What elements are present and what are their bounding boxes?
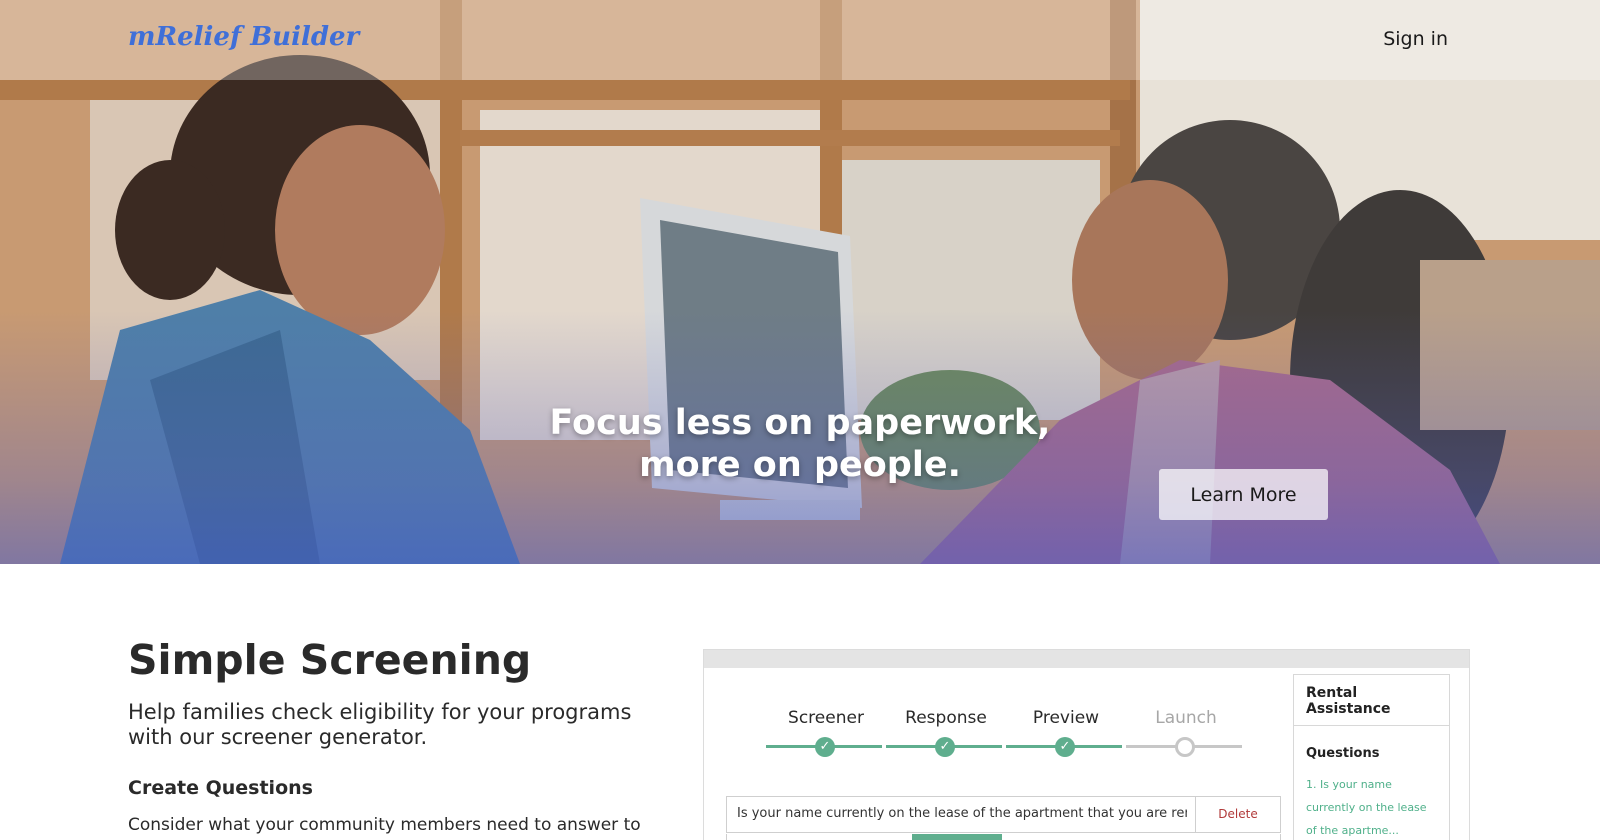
learn-more-button[interactable]: Learn More <box>1159 469 1328 520</box>
selected-option-indicator <box>912 834 1002 840</box>
preview-topbar <box>704 650 1469 668</box>
top-navbar: mRelief Builder Sign in <box>0 0 1600 80</box>
questions-sidebar: Rental Assistance Questions 1. Is your n… <box>1293 674 1450 840</box>
hero-headline: Focus less on paperwork, more on people. <box>0 402 1600 486</box>
create-questions-heading: Create Questions <box>128 777 313 799</box>
question-options-row <box>726 834 1281 840</box>
sidebar-question-line: currently on the lease <box>1306 801 1427 814</box>
question-text[interactable]: Is your name currently on the lease of t… <box>737 806 1187 821</box>
step-response[interactable]: Response ✓ <box>886 708 1006 757</box>
hero-headline-line2: more on people. <box>639 445 961 485</box>
check-icon: ✓ <box>935 737 955 757</box>
sidebar-questions-heading: Questions <box>1306 746 1380 761</box>
sidebar-title: Rental Assistance <box>1294 675 1449 726</box>
create-questions-text: Consider what your community members nee… <box>128 815 641 835</box>
progress-steps: Screener ✓ Response ✓ Preview ✓ Launch <box>766 708 1246 768</box>
sidebar-question-line: 1. Is your name <box>1306 778 1392 791</box>
circle-icon <box>1175 737 1195 757</box>
section-subtitle: Help families check eligibility for your… <box>128 700 632 749</box>
hero-banner: mRelief Builder Sign in Focus less on pa… <box>0 0 1600 564</box>
sidebar-question-line: of the apartme... <box>1306 824 1399 837</box>
sign-in-link[interactable]: Sign in <box>1383 28 1448 50</box>
section-title: Simple Screening <box>128 636 532 684</box>
step-label: Launch <box>1155 708 1217 728</box>
step-preview[interactable]: Preview ✓ <box>1006 708 1126 757</box>
check-icon: ✓ <box>815 737 835 757</box>
hero-headline-line1: Focus less on paperwork, <box>549 403 1051 443</box>
app-preview-panel: Screener ✓ Response ✓ Preview ✓ Launch I… <box>703 649 1470 840</box>
step-label: Preview <box>1032 708 1100 728</box>
check-icon: ✓ <box>1055 737 1075 757</box>
step-label: Screener <box>788 708 864 728</box>
delete-button[interactable]: Delete <box>1195 797 1280 832</box>
sidebar-question-link[interactable]: 1. Is your name currently on the lease o… <box>1294 769 1449 840</box>
question-row: Is your name currently on the lease of t… <box>726 796 1281 833</box>
step-launch[interactable]: Launch <box>1126 708 1246 757</box>
step-screener[interactable]: Screener ✓ <box>766 708 886 757</box>
step-label: Response <box>905 708 987 728</box>
brand-logo[interactable]: mRelief Builder <box>128 22 359 52</box>
